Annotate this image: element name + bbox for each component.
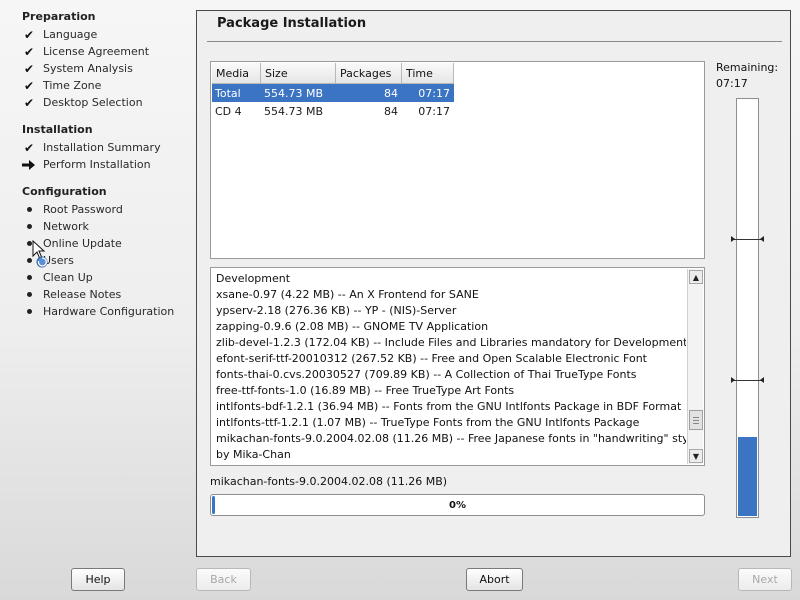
sidebar-step-release-notes: Release Notes bbox=[22, 286, 121, 303]
next-button[interactable]: Next bbox=[738, 568, 792, 591]
media-marker bbox=[731, 236, 764, 242]
table-header: Media Size Packages Time bbox=[212, 63, 454, 84]
check-icon: ✔ bbox=[23, 61, 35, 76]
sidebar-step-label: Network bbox=[43, 220, 89, 233]
overall-progress-bar bbox=[731, 98, 764, 518]
sidebar-step-time-zone: ✔ Time Zone bbox=[22, 77, 101, 94]
sidebar-step-network: Network bbox=[22, 218, 89, 235]
cell-packages: 84 bbox=[384, 86, 398, 100]
sidebar-step-label: System Analysis bbox=[43, 62, 133, 75]
cell-packages: 84 bbox=[384, 104, 398, 118]
sidebar-step-installation-summary: ✔ Installation Summary bbox=[22, 139, 161, 156]
cell-media: Total bbox=[215, 86, 241, 100]
remaining-time: 07:17 bbox=[716, 77, 748, 90]
scroll-up-button[interactable]: ▲ bbox=[689, 270, 703, 284]
section-title-configuration: Configuration bbox=[22, 185, 107, 198]
column-header-time[interactable]: Time bbox=[402, 63, 454, 84]
sidebar-step-label: Perform Installation bbox=[43, 158, 151, 171]
package-log[interactable]: Development xsane-0.97 (4.22 MB) -- An X… bbox=[210, 267, 705, 466]
check-icon: ✔ bbox=[23, 140, 35, 155]
sidebar-step-hardware-configuration: Hardware Configuration bbox=[22, 303, 174, 320]
cell-size: 554.73 MB bbox=[264, 104, 324, 118]
column-header-size[interactable]: Size bbox=[261, 63, 336, 84]
back-button[interactable]: Back bbox=[196, 568, 251, 591]
log-line: ypserv-2.18 (276.36 KB) -- YP - (NIS)-Se… bbox=[216, 304, 457, 317]
bullet-icon bbox=[22, 203, 36, 217]
log-line: Development bbox=[216, 272, 291, 285]
arrow-right-icon bbox=[22, 158, 36, 172]
sidebar-step-label: Language bbox=[43, 28, 98, 41]
log-line: intlfonts-ttf-1.2.1 (1.07 MB) -- TrueTyp… bbox=[216, 416, 640, 429]
sidebar-step-language: ✔ Language bbox=[22, 26, 97, 43]
check-icon: ✔ bbox=[23, 78, 35, 93]
bullet-icon bbox=[22, 237, 36, 251]
sidebar-step-label: Clean Up bbox=[43, 271, 93, 284]
check-icon: ✔ bbox=[23, 44, 35, 59]
page-title: Package Installation bbox=[217, 16, 367, 31]
sidebar-step-label: Users bbox=[43, 254, 74, 267]
sidebar-step-license-agreement: ✔ License Agreement bbox=[22, 43, 149, 60]
current-package-label: mikachan-fonts-9.0.2004.02.08 (11.26 MB) bbox=[210, 475, 448, 488]
sidebar-step-system-analysis: ✔ System Analysis bbox=[22, 60, 133, 77]
cell-time: 07:17 bbox=[418, 86, 450, 100]
sidebar-step-label: Time Zone bbox=[43, 79, 102, 92]
check-icon: ✔ bbox=[23, 27, 35, 42]
progress-text: 0% bbox=[449, 499, 466, 511]
bullet-icon bbox=[22, 288, 36, 302]
media-marker bbox=[731, 377, 764, 383]
sidebar-step-desktop-selection: ✔ Desktop Selection bbox=[22, 94, 143, 111]
sidebar: Preparation ✔ Language ✔ License Agreeme… bbox=[0, 0, 192, 560]
check-icon: ✔ bbox=[23, 95, 35, 110]
log-lines: Development xsane-0.97 (4.22 MB) -- An X… bbox=[216, 271, 686, 463]
bullet-icon bbox=[22, 271, 36, 285]
sidebar-step-root-password: Root Password bbox=[22, 201, 123, 218]
column-header-media[interactable]: Media bbox=[212, 63, 261, 84]
log-line: intlfonts-bdf-1.2.1 (36.94 MB) -- Fonts … bbox=[216, 400, 682, 413]
sidebar-step-label: Desktop Selection bbox=[43, 96, 143, 109]
log-line: mikachan-fonts-9.0.2004.02.08 (11.26 MB)… bbox=[216, 432, 686, 445]
log-line: zapping-0.9.6 (2.08 MB) -- GNOME TV Appl… bbox=[216, 320, 489, 333]
sidebar-step-label: Online Update bbox=[43, 237, 122, 250]
chevron-up-icon: ▲ bbox=[692, 272, 700, 282]
chevron-down-icon: ▼ bbox=[692, 451, 700, 461]
table-row-cd4[interactable]: CD 4 554.73 MB 84 07:17 bbox=[212, 102, 454, 120]
sidebar-step-label: Hardware Configuration bbox=[43, 305, 175, 318]
abort-button[interactable]: Abort bbox=[466, 568, 523, 591]
title-divider bbox=[207, 41, 782, 42]
overall-progress-fill bbox=[738, 437, 757, 516]
log-line: by Mika-Chan bbox=[216, 448, 291, 461]
sidebar-step-online-update: Online Update bbox=[22, 235, 122, 252]
log-line: fonts-thai-0.cvs.20030527 (709.89 KB) --… bbox=[216, 368, 637, 381]
log-line: xsane-0.97 (4.22 MB) -- An X Frontend fo… bbox=[216, 288, 479, 301]
sidebar-step-label: Installation Summary bbox=[43, 141, 161, 154]
cell-size: 554.73 MB bbox=[264, 86, 324, 100]
cell-media: CD 4 bbox=[215, 104, 242, 118]
remaining-label: Remaining: bbox=[716, 61, 779, 74]
scroll-thumb[interactable] bbox=[689, 410, 703, 430]
log-scrollbar[interactable]: ▲ ▼ bbox=[687, 269, 703, 464]
log-line: free-ttf-fonts-1.0 (16.89 MB) -- Free Tr… bbox=[216, 384, 515, 397]
section-title-installation: Installation bbox=[22, 123, 93, 136]
package-progress-bar: 0% bbox=[210, 494, 705, 516]
media-table[interactable]: Media Size Packages Time Total 554.73 MB… bbox=[210, 61, 705, 259]
help-button[interactable]: Help bbox=[71, 568, 125, 591]
log-line: efont-serif-ttf-20010312 (267.52 KB) -- … bbox=[216, 352, 647, 365]
main-panel: Package Installation Media Size Packages… bbox=[196, 10, 791, 557]
column-header-packages[interactable]: Packages bbox=[336, 63, 402, 84]
sidebar-step-label: Release Notes bbox=[43, 288, 122, 301]
scroll-down-button[interactable]: ▼ bbox=[689, 449, 703, 463]
bullet-icon bbox=[22, 254, 36, 268]
bullet-icon bbox=[22, 220, 36, 234]
sidebar-step-label: Root Password bbox=[43, 203, 123, 216]
section-title-preparation: Preparation bbox=[22, 10, 96, 23]
cell-time: 07:17 bbox=[418, 104, 450, 118]
table-row-total[interactable]: Total 554.73 MB 84 07:17 bbox=[212, 84, 454, 102]
sidebar-step-label: License Agreement bbox=[43, 45, 150, 58]
sidebar-step-clean-up: Clean Up bbox=[22, 269, 93, 286]
sidebar-step-users: Users bbox=[22, 252, 74, 269]
log-line: zlib-devel-1.2.3 (172.04 KB) -- Include … bbox=[216, 336, 686, 349]
bullet-icon bbox=[22, 305, 36, 319]
sidebar-step-perform-installation: Perform Installation bbox=[22, 156, 151, 173]
